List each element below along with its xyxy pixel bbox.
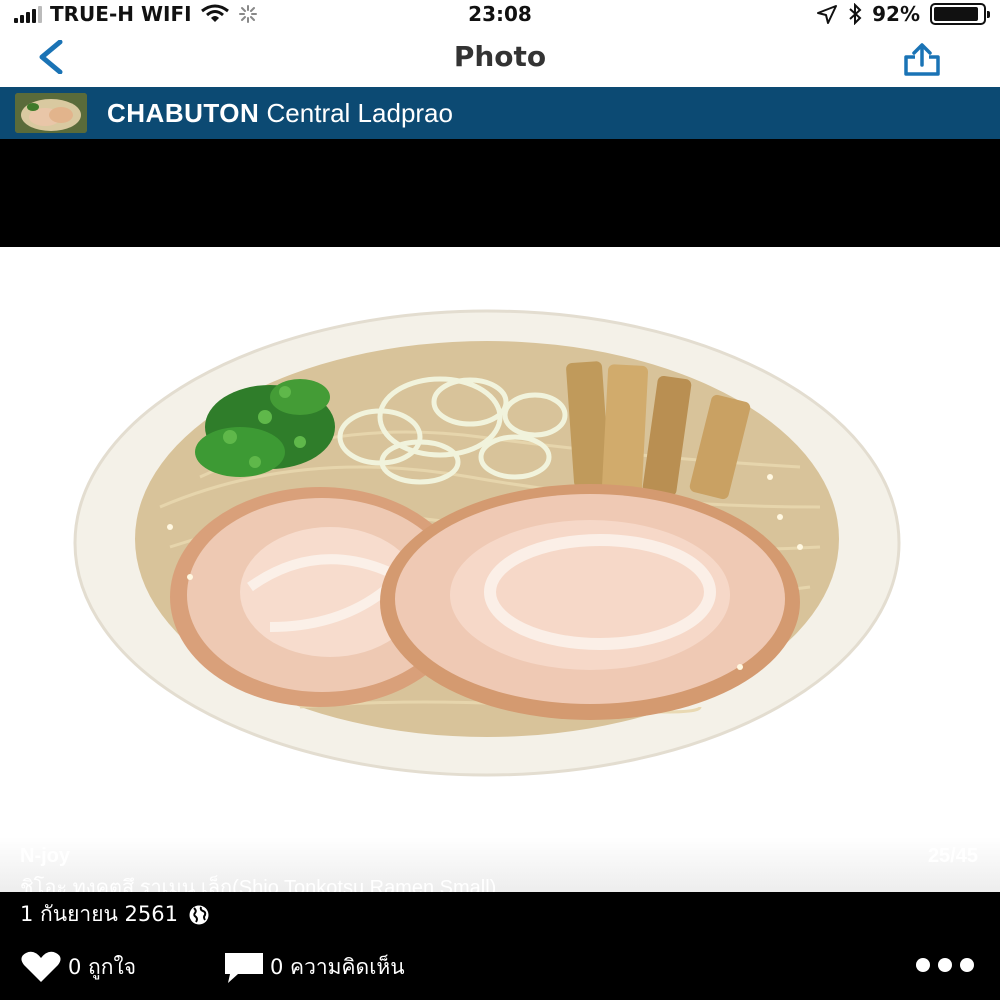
share-button[interactable] [900, 38, 944, 82]
nav-bar: Photo [0, 28, 1000, 87]
photo-letterbox [0, 139, 1000, 247]
restaurant-header[interactable]: CHABUTON Central Ladprao [0, 87, 1000, 139]
status-right: 92% [816, 2, 990, 26]
location-arrow-icon [817, 5, 838, 24]
more-dot [960, 958, 974, 972]
action-bar: 0 ถูกใจ 0 ความคิดเห็น [0, 950, 1000, 986]
battery-icon [930, 3, 990, 25]
more-dot [938, 958, 952, 972]
like-count: 0 ถูกใจ [68, 954, 137, 979]
photo-counter: 25/45 [927, 845, 978, 867]
photo-viewer[interactable]: N-joy 25/45 ชิโอะ ทงคตสึ ราเมน เล็ก(Shio… [0, 247, 1000, 892]
share-icon [904, 43, 940, 76]
comment-icon [225, 953, 263, 983]
restaurant-name-bold: CHABUTON [107, 98, 260, 128]
more-dots-icon [916, 958, 930, 972]
comment-count: 0 ความคิดเห็น [270, 954, 405, 979]
photo-date: 1 กันยายน 2561 [20, 902, 178, 926]
date-row: 1 กันยายน 2561 [20, 898, 210, 931]
comment-button[interactable]: 0 ความคิดเห็น [224, 950, 405, 984]
back-button[interactable] [26, 34, 76, 80]
chevron-left-icon [39, 40, 63, 74]
restaurant-name: CHABUTON Central Ladprao [107, 98, 453, 129]
battery-fill [934, 7, 979, 21]
more-options-button[interactable] [916, 958, 974, 972]
uploader-name[interactable]: N-joy [20, 845, 70, 868]
restaurant-name-branch: Central Ladprao [259, 98, 453, 128]
photo-caption: ชิโอะ ทงคตสึ ราเมน เล็ก(Shio Tonkotsu Ra… [20, 877, 497, 892]
ramen-photo [73, 309, 901, 777]
page-title: Photo [453, 40, 547, 73]
status-bar: TRUE-H WIFI 23:08 92% [0, 0, 1000, 28]
heart-icon [21, 951, 61, 982]
battery-percent: 92% [872, 2, 920, 26]
globe-icon [189, 905, 209, 924]
photo-footer: 1 กันยายน 2561 0 ถูกใจ 0 ความคิดเห็น [0, 892, 1000, 1000]
restaurant-thumbnail [15, 93, 87, 133]
like-button[interactable]: 0 ถูกใจ [20, 950, 136, 984]
bluetooth-icon [849, 3, 862, 25]
